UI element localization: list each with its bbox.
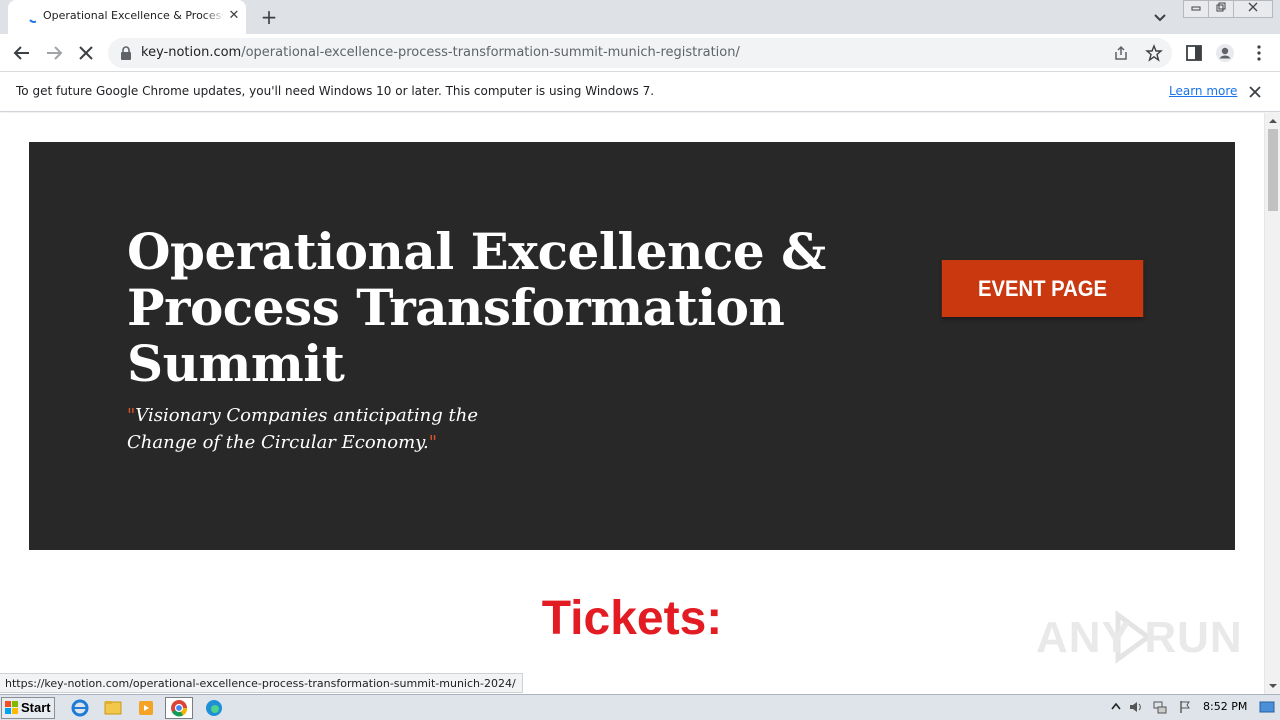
network-icon[interactable]: [1152, 699, 1168, 715]
start-button[interactable]: Start: [1, 697, 55, 719]
action-center-flag-icon[interactable]: [1177, 699, 1193, 715]
link-status-bubble: https://key-notion.com/operational-excel…: [0, 673, 523, 693]
vertical-scrollbar[interactable]: [1264, 113, 1280, 694]
volume-icon[interactable]: [1128, 699, 1144, 715]
loading-spinner-icon: [29, 19, 37, 23]
hero-banner: Operational Excellence & Process Transfo…: [29, 142, 1235, 550]
forward-arrow-icon[interactable]: [43, 42, 65, 64]
tab-title: Operational Excellence & Process Transfo…: [43, 9, 223, 22]
hero-title: Operational Excellence & Process Transfo…: [127, 222, 826, 393]
media-player-icon[interactable]: [132, 697, 160, 719]
tab-search-chevron-icon[interactable]: [1151, 8, 1169, 26]
watermark-text: ANY RUN: [1036, 613, 1243, 662]
browser-tab[interactable]: Operational Excellence & Process Transfo…: [8, 0, 246, 34]
hero-quote: "Visionary Companies anticipating the Ch…: [127, 405, 478, 453]
address-bar[interactable]: key-notion.com/operational-excellence-pr…: [108, 38, 1172, 68]
show-desktop-icon[interactable]: [1258, 698, 1276, 716]
lock-icon[interactable]: [120, 46, 132, 60]
internet-explorer-icon[interactable]: [66, 697, 94, 719]
event-page-button[interactable]: EVENT PAGE: [941, 260, 1144, 317]
info-bar-message: To get future Google Chrome updates, you…: [16, 84, 655, 98]
chrome-taskbar-button[interactable]: [165, 697, 193, 719]
restore-icon: [1216, 2, 1226, 12]
taskbar-clock[interactable]: 8:52 PM: [1203, 700, 1247, 713]
file-explorer-icon[interactable]: [99, 697, 127, 719]
minimize-icon: [1191, 6, 1201, 11]
scrollbar-thumb[interactable]: [1268, 129, 1278, 211]
profile-avatar-icon[interactable]: [1215, 43, 1235, 63]
info-bar-close-icon[interactable]: [1247, 84, 1263, 100]
edge-icon[interactable]: [200, 697, 228, 719]
url-text[interactable]: key-notion.com/operational-excellence-pr…: [141, 45, 740, 60]
windows-logo-icon: [5, 701, 18, 714]
tab-close-icon[interactable]: ✕: [227, 9, 241, 23]
show-hidden-icons-icon[interactable]: [1108, 699, 1124, 715]
new-tab-button[interactable]: +: [258, 6, 280, 28]
chrome-icon: [171, 700, 188, 717]
back-arrow-icon[interactable]: [11, 42, 33, 64]
update-info-bar: To get future Google Chrome updates, you…: [0, 72, 1280, 112]
close-icon: [1248, 2, 1258, 12]
stop-loading-icon[interactable]: [75, 42, 97, 64]
close-window-button[interactable]: [1233, 0, 1273, 18]
restore-button[interactable]: [1208, 0, 1234, 18]
minimize-button[interactable]: [1183, 0, 1209, 18]
scroll-down-arrow-icon[interactable]: [1265, 678, 1280, 694]
scroll-up-arrow-icon[interactable]: [1265, 113, 1280, 129]
windows-taskbar: Start 8:52 PM: [0, 694, 1280, 720]
browser-toolbar: key-notion.com/operational-excellence-pr…: [0, 34, 1280, 72]
learn-more-link[interactable]: Learn more: [1169, 84, 1237, 98]
page-viewport: Operational Excellence & Process Transfo…: [0, 113, 1264, 694]
bookmark-star-icon[interactable]: [1145, 44, 1163, 62]
tab-strip: Operational Excellence & Process Transfo…: [0, 0, 1280, 34]
side-panel-icon[interactable]: [1184, 43, 1204, 63]
share-icon[interactable]: [1112, 44, 1130, 62]
anyrun-watermark: ANY RUN: [1036, 607, 1242, 667]
more-menu-icon[interactable]: [1249, 43, 1269, 63]
